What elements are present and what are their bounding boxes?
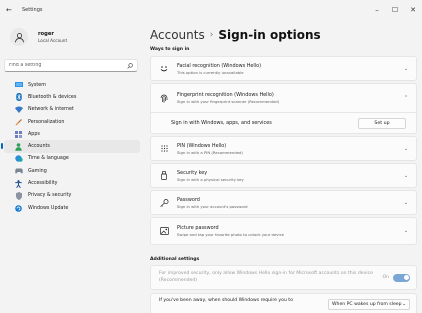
user-icon xyxy=(14,32,24,42)
setting-require-signin: If you've been away, when should Windows… xyxy=(150,293,417,313)
sidebar-item-privacy-security[interactable]: Privacy & security xyxy=(4,190,140,202)
sidebar-item-label: Personalization xyxy=(28,119,65,125)
main-content: Accounts › Sign-in options Ways to sign … xyxy=(144,20,422,313)
chevron-up-icon[interactable]: ⌃ xyxy=(402,95,410,101)
signin-option-password[interactable]: Password Sign in with your account's pas… xyxy=(150,190,417,215)
signin-option-facial[interactable]: Facial recognition (Windows Hello) This … xyxy=(150,56,417,81)
usb-key-icon xyxy=(159,171,169,180)
sidebar-item-label: Privacy & security xyxy=(28,193,72,199)
close-button[interactable]: ✕ xyxy=(404,0,422,20)
sidebar-nav: System Bluetooth & devices Network & int… xyxy=(0,79,144,214)
search-icon[interactable] xyxy=(127,62,133,69)
signin-option-picture-password[interactable]: Picture password Swipe and tap your favo… xyxy=(150,217,417,245)
signin-option-fingerprint[interactable]: Fingerprint recognition (Windows Hello) … xyxy=(150,83,417,113)
signin-option-subtitle: Sign in with a physical security key xyxy=(177,176,244,182)
sidebar-item-network[interactable]: Network & internet xyxy=(4,104,140,116)
sidebar-item-bluetooth[interactable]: Bluetooth & devices xyxy=(4,91,140,103)
breadcrumb-separator-icon: › xyxy=(209,30,214,40)
signin-option-title: Password xyxy=(177,196,200,203)
sidebar-item-system[interactable]: System xyxy=(4,79,140,91)
sidebar-item-label: Gaming xyxy=(28,168,47,174)
sidebar-item-label: Time & language xyxy=(28,156,69,162)
toggle-state-label: On xyxy=(382,275,389,280)
signin-option-subtitle: This option is currently unavailable xyxy=(177,69,244,75)
sidebar-item-label: Windows Update xyxy=(28,205,69,211)
chevron-down-icon[interactable]: ⌄ xyxy=(402,173,410,179)
sidebar-item-label: Apps xyxy=(28,131,40,137)
search-box[interactable] xyxy=(4,59,138,72)
sidebar: roger Local Account System Bluetooth & d… xyxy=(0,20,144,313)
setting-windows-hello-only: For improved security, only allow Window… xyxy=(150,265,417,290)
signin-option-title: PIN (Windows Hello) xyxy=(177,142,227,149)
monitor-icon xyxy=(14,82,23,89)
fingerprint-icon xyxy=(159,94,169,103)
sidebar-item-label: Bluetooth & devices xyxy=(28,94,77,100)
minimize-button[interactable]: – xyxy=(368,0,386,20)
key-icon xyxy=(159,198,169,207)
profile-account-type: Local Account xyxy=(38,38,68,43)
maximize-button[interactable]: ☐ xyxy=(386,0,404,20)
signin-option-subtitle: Sign in with a PIN (Recommended) xyxy=(177,149,243,155)
signin-option-pin[interactable]: PIN (Windows Hello) Sign in with a PIN (… xyxy=(150,136,417,161)
globe-clock-icon xyxy=(14,155,23,163)
apps-icon xyxy=(14,130,23,138)
chevron-down-icon[interactable]: ⌄ xyxy=(402,146,410,152)
signin-option-title: Facial recognition (Windows Hello) xyxy=(177,62,261,69)
hello-only-toggle[interactable] xyxy=(393,273,410,282)
sidebar-item-label: Network & internet xyxy=(28,107,74,113)
page-title: Accounts › Sign-in options xyxy=(150,28,321,42)
accessibility-icon xyxy=(14,179,23,188)
breadcrumb-accounts[interactable]: Accounts xyxy=(150,28,205,42)
wifi-icon xyxy=(14,106,23,114)
window-title: Settings xyxy=(22,7,43,13)
signin-option-title: Fingerprint recognition (Windows Hello) xyxy=(177,92,274,98)
shield-icon xyxy=(14,191,23,200)
signin-option-subtitle: Swipe and tap your favorite photo to unl… xyxy=(177,232,285,237)
gamepad-icon xyxy=(14,168,23,175)
back-arrow-icon[interactable]: ← xyxy=(6,6,16,14)
user-profile[interactable]: roger Local Account xyxy=(10,28,67,46)
setup-button[interactable]: Set up xyxy=(358,117,406,129)
sidebar-item-windows-update[interactable]: Windows Update xyxy=(4,202,140,214)
window-controls: – ☐ ✕ xyxy=(368,0,422,20)
sidebar-item-label: Accessibility xyxy=(28,181,58,187)
chevron-down-icon[interactable]: ⌄ xyxy=(402,66,410,72)
chevron-down-icon[interactable]: ⌄ xyxy=(402,200,410,206)
chevron-down-icon[interactable]: ⌄ xyxy=(402,228,410,234)
breadcrumb-current: Sign-in options xyxy=(218,28,321,42)
sidebar-item-time-language[interactable]: Time & language xyxy=(4,153,140,165)
brush-icon xyxy=(14,118,23,126)
signin-option-subtitle: Sign in with your account's password xyxy=(177,203,248,209)
sidebar-item-accessibility[interactable]: Accessibility xyxy=(4,177,140,189)
bluetooth-icon xyxy=(14,93,23,102)
chevron-down-icon: ⌄ xyxy=(402,302,406,307)
pin-icon xyxy=(159,145,169,152)
fingerprint-setup-label: Sign in with Windows, apps, and services xyxy=(171,120,272,126)
sidebar-item-label: Accounts xyxy=(28,144,50,150)
picture-icon xyxy=(159,227,169,235)
title-bar: ← Settings – ☐ ✕ xyxy=(0,0,422,20)
profile-name: roger xyxy=(38,31,54,37)
avatar xyxy=(10,28,28,46)
signin-option-title: Picture password xyxy=(177,225,219,231)
dropdown-selected-value: When PC wakes up from sleep xyxy=(332,302,402,307)
section-heading-ways-to-sign-in: Ways to sign in xyxy=(150,47,190,52)
fingerprint-expanded-panel: Sign in with Windows, apps, and services… xyxy=(150,113,417,134)
search-input[interactable] xyxy=(9,63,127,68)
face-icon xyxy=(159,65,169,72)
section-heading-additional-settings: Additional settings xyxy=(150,257,200,262)
update-icon xyxy=(14,204,23,212)
setting-description: If you've been away, when should Windows… xyxy=(159,298,293,303)
sidebar-item-accounts[interactable]: Accounts xyxy=(1,140,140,153)
accounts-icon xyxy=(14,142,23,151)
signin-option-security-key[interactable]: Security key Sign in with a physical sec… xyxy=(150,163,417,188)
setting-description: For improved security, only allow Window… xyxy=(159,271,373,283)
sidebar-item-apps[interactable]: Apps xyxy=(4,128,140,140)
sidebar-item-personalization[interactable]: Personalization xyxy=(4,116,140,128)
require-signin-dropdown[interactable]: When PC wakes up from sleep ⌄ xyxy=(328,299,410,310)
sidebar-item-label: System xyxy=(28,82,46,88)
sidebar-item-gaming[interactable]: Gaming xyxy=(4,165,140,177)
signin-option-subtitle: Sign in with your fingerprint scanner (R… xyxy=(177,99,280,104)
signin-option-title: Security key xyxy=(177,169,208,176)
